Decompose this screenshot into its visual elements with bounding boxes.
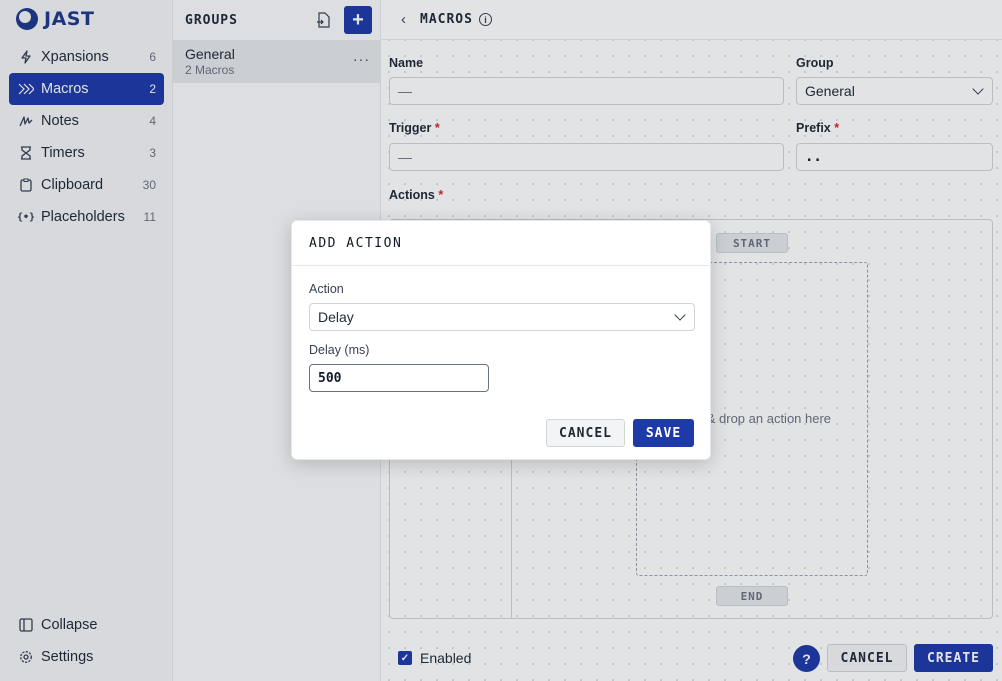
action-label: Action: [309, 282, 344, 296]
dialog-save-button[interactable]: SAVE: [633, 419, 694, 447]
delay-input-value: 500: [318, 370, 342, 386]
action-select[interactable]: Delay: [309, 303, 695, 331]
dialog-cancel-button[interactable]: CANCEL: [546, 419, 625, 447]
add-action-dialog: ADD ACTION Action Delay Delay (ms) 500 C…: [291, 220, 711, 460]
delay-input[interactable]: 500: [309, 364, 489, 392]
dialog-title: ADD ACTION: [292, 221, 710, 266]
delay-label: Delay (ms): [309, 343, 370, 357]
action-select-value: Delay: [318, 309, 354, 325]
chevron-down-icon: [674, 309, 686, 321]
